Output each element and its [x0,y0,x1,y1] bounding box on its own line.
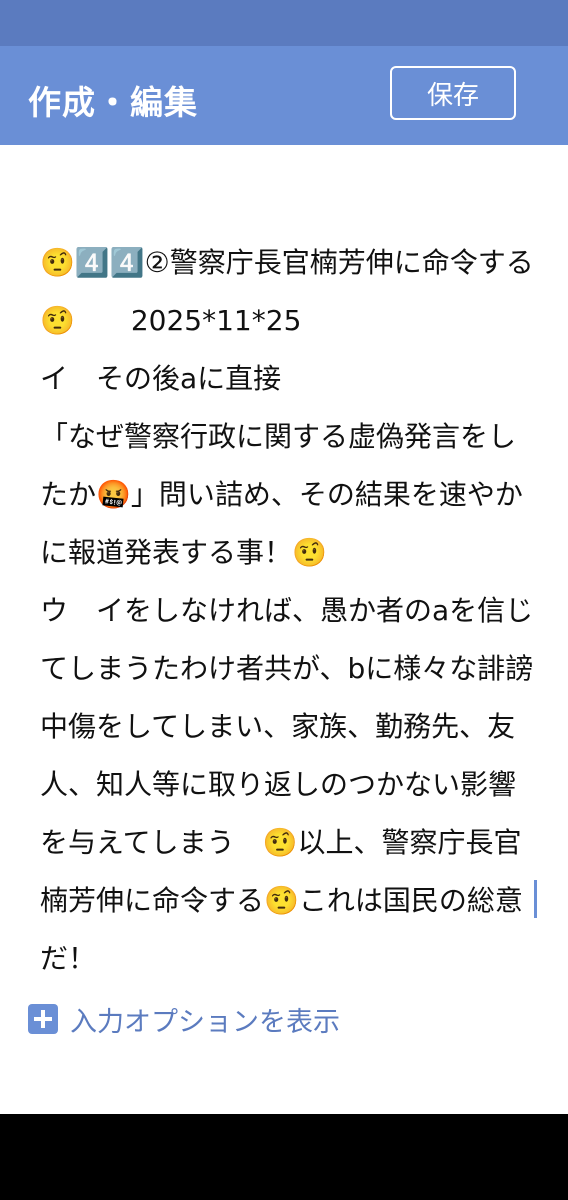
page-title: 作成・編集 [28,83,198,122]
navigation-bar [0,1114,568,1200]
status-bar [0,0,568,46]
input-options-label: 入力オプションを表示 [70,1006,340,1038]
save-button[interactable]: 保存 [390,66,516,120]
text-caret [534,880,537,918]
editor-text[interactable]: 🤨4️⃣4️⃣②警察庁長官楠芳伸に命令する🤨 2025*11*25 イ その後a… [40,234,540,988]
plus-square-icon [28,1004,58,1034]
show-input-options-button[interactable]: 入力オプションを表示 [28,996,340,1042]
text-editor[interactable]: 🤨4️⃣4️⃣②警察庁長官楠芳伸に命令する🤨 2025*11*25 イ その後a… [40,234,540,975]
app-header: 作成・編集 保存 [0,46,568,145]
